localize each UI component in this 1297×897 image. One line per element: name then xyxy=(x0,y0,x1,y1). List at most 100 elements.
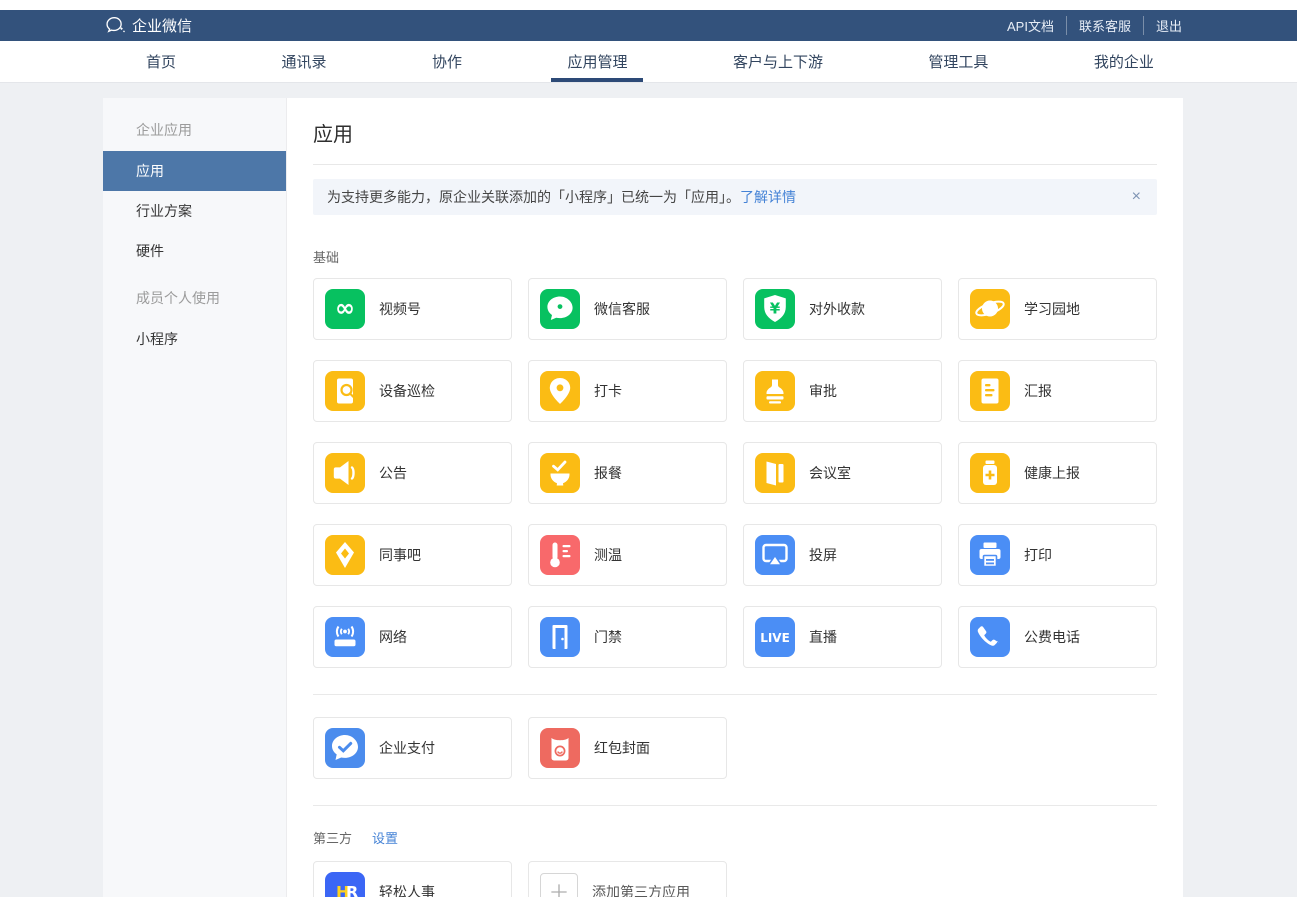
svg-text:LIVE: LIVE xyxy=(760,631,790,645)
settings-link[interactable]: 设置 xyxy=(372,828,398,847)
app-card[interactable]: 同事吧 xyxy=(313,524,512,586)
main-panel: 应用 为支持更多能力，原企业关联添加的「小程序」已统一为「应用」。 了解详情 ×… xyxy=(287,98,1183,897)
sidebar-item[interactable]: 应用 xyxy=(103,151,286,191)
sidebar-item[interactable]: 硬件 xyxy=(103,231,286,271)
nav-tab-1[interactable]: 通讯录 xyxy=(255,41,352,82)
app-label: 同事吧 xyxy=(379,545,421,565)
app-card[interactable]: 红包封面 xyxy=(528,717,727,779)
app-card[interactable]: 投屏 xyxy=(743,524,942,586)
app-card[interactable]: 企业支付 xyxy=(313,717,512,779)
nav-tab-4[interactable]: 客户与上下游 xyxy=(707,41,849,82)
app-label: 审批 xyxy=(809,381,837,401)
app-label: 门禁 xyxy=(594,627,622,647)
report-icon xyxy=(970,371,1010,411)
svg-text:∞: ∞ xyxy=(335,294,355,322)
door-access-icon xyxy=(540,617,580,657)
svg-text:R: R xyxy=(346,883,358,897)
app-card[interactable]: 学习园地 xyxy=(958,278,1157,340)
app-card[interactable]: 打卡 xyxy=(528,360,727,422)
app-card[interactable]: 设备巡检 xyxy=(313,360,512,422)
app-card[interactable]: 汇报 xyxy=(958,360,1157,422)
live-icon: LIVE xyxy=(755,617,795,657)
app-label: 报餐 xyxy=(594,463,622,483)
temperature-icon xyxy=(540,535,580,575)
print-icon xyxy=(970,535,1010,575)
app-card[interactable]: 公告 xyxy=(313,442,512,504)
app-card[interactable]: 添加第三方应用 xyxy=(528,861,727,897)
learn-more-link[interactable]: 了解详情 xyxy=(740,187,796,207)
app-label: 直播 xyxy=(809,627,837,647)
notice-banner: 为支持更多能力，原企业关联添加的「小程序」已统一为「应用」。 了解详情 × xyxy=(313,179,1157,215)
app-card[interactable]: 网络 xyxy=(313,606,512,668)
third-party-app-grid: HR轻松人事添加第三方应用 xyxy=(313,861,1157,897)
nav-tab-0[interactable]: 首页 xyxy=(120,41,202,82)
channels-icon: ∞ xyxy=(325,289,365,329)
app-card[interactable]: ¥ 对外收款 xyxy=(743,278,942,340)
app-card[interactable]: ∞ 视频号 xyxy=(313,278,512,340)
nav-tab-6[interactable]: 我的企业 xyxy=(1068,41,1180,82)
app-card[interactable]: 打印 xyxy=(958,524,1157,586)
third-party-header: 第三方 设置 xyxy=(313,828,1157,847)
header-link-0[interactable]: API文档 xyxy=(995,16,1066,35)
nav-tab-5[interactable]: 管理工具 xyxy=(902,41,1014,82)
logo-text: 企业微信 xyxy=(132,15,192,36)
network-icon xyxy=(325,617,365,657)
app-label: 添加第三方应用 xyxy=(592,882,690,897)
header-link-1[interactable]: 联系客服 xyxy=(1066,16,1143,35)
nav-tab-3[interactable]: 应用管理 xyxy=(541,41,653,82)
app-card[interactable]: 测温 xyxy=(528,524,727,586)
top-strip xyxy=(0,0,1297,10)
app-label: 测温 xyxy=(594,545,622,565)
nav-tabs: 首页 通讯录 协作 应用管理 客户与上下游 管理工具 我的企业 xyxy=(120,41,1180,82)
app-label: 对外收款 xyxy=(809,299,865,319)
wecom-bubble-icon xyxy=(104,16,126,35)
sidebar-item[interactable]: 行业方案 xyxy=(103,191,286,231)
svg-text:¥: ¥ xyxy=(770,300,781,318)
device-inspect-icon xyxy=(325,371,365,411)
app-card[interactable]: HR轻松人事 xyxy=(313,861,512,897)
app-label: 会议室 xyxy=(809,463,851,483)
sidebar-group-header: 企业应用 xyxy=(103,109,286,151)
app-label: 公费电话 xyxy=(1024,627,1080,647)
app-card[interactable]: 报餐 xyxy=(528,442,727,504)
basic-app-grid: ∞ 视频号 微信客服 ¥ 对外收款 学习园地设备巡检 打卡 审批 汇报公告 报餐 会议室 健康上报同事… xyxy=(313,278,1157,668)
health-report-icon xyxy=(970,453,1010,493)
app-card[interactable]: 审批 xyxy=(743,360,942,422)
app-label: 视频号 xyxy=(379,299,421,319)
app-label: 打印 xyxy=(1024,545,1052,565)
notice-text: 为支持更多能力，原企业关联添加的「小程序」已统一为「应用」。 xyxy=(327,187,740,207)
sidebar: 企业应用应用行业方案硬件成员个人使用小程序 xyxy=(103,98,287,897)
wechat-kf-icon xyxy=(540,289,580,329)
checkin-icon xyxy=(540,371,580,411)
meeting-room-icon xyxy=(755,453,795,493)
app-label: 汇报 xyxy=(1024,381,1052,401)
app-label: 学习园地 xyxy=(1024,299,1080,319)
app-card[interactable]: LIVE 直播 xyxy=(743,606,942,668)
app-card[interactable]: 门禁 xyxy=(528,606,727,668)
app-card[interactable]: 健康上报 xyxy=(958,442,1157,504)
app-label: 打卡 xyxy=(594,381,622,401)
plus-icon xyxy=(540,873,578,897)
meal-icon xyxy=(540,453,580,493)
header-link-2[interactable]: 退出 xyxy=(1143,16,1182,35)
collect-payment-icon: ¥ xyxy=(755,289,795,329)
app-label: 企业支付 xyxy=(379,738,435,758)
nav-tab-2[interactable]: 协作 xyxy=(406,41,488,82)
app-label: 网络 xyxy=(379,627,407,647)
app-card[interactable]: 公费电话 xyxy=(958,606,1157,668)
primary-nav: 首页 通讯录 协作 应用管理 客户与上下游 管理工具 我的企业 xyxy=(0,41,1297,83)
app-card[interactable]: 会议室 xyxy=(743,442,942,504)
page-body: 企业应用应用行业方案硬件成员个人使用小程序 应用 为支持更多能力，原企业关联添加… xyxy=(103,98,1183,897)
sidebar-item[interactable]: 小程序 xyxy=(103,319,286,359)
sidebar-group-1: 成员个人使用小程序 xyxy=(103,277,286,359)
sidebar-group-header: 成员个人使用 xyxy=(103,277,286,319)
announcement-icon xyxy=(325,453,365,493)
section-label-basic: 基础 xyxy=(313,247,1157,266)
section-label-third-party: 第三方 xyxy=(313,828,352,847)
phone-icon xyxy=(970,617,1010,657)
close-icon[interactable]: × xyxy=(1130,189,1143,205)
basic-extra-app-grid: 企业支付 红包封面 xyxy=(313,717,1157,779)
section-divider xyxy=(313,805,1157,806)
logo[interactable]: 企业微信 xyxy=(104,15,192,36)
app-card[interactable]: 微信客服 xyxy=(528,278,727,340)
